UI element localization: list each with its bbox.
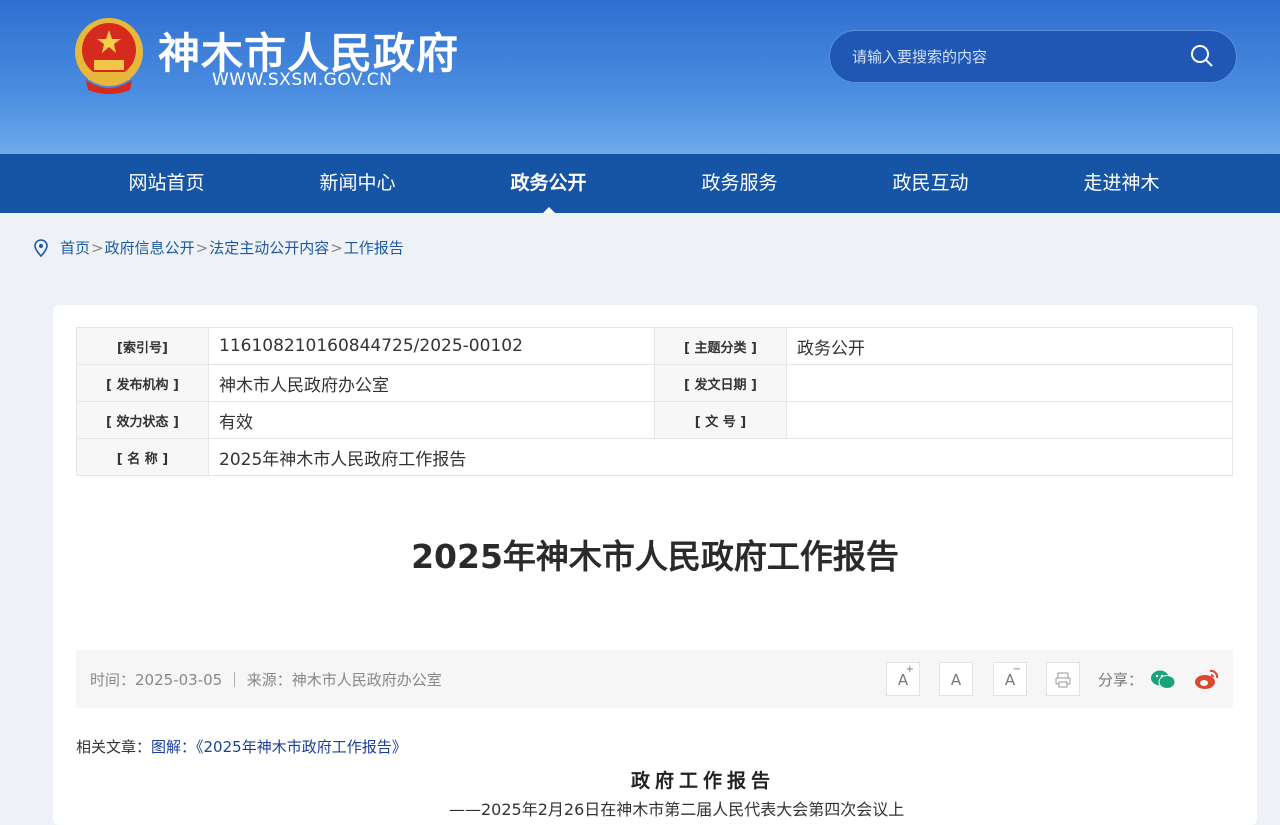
report-heading: 政府工作报告 [630,770,775,792]
share-label: 分享： [1098,671,1144,689]
print-button[interactable] [1046,662,1080,696]
docno-label: [ 文 号 ] [654,401,787,439]
name-label: [ 名 称 ] [76,438,209,476]
content-card: [索引号] 116108210160844725/2025-00102 [ 主题… [53,305,1257,825]
status-value: 有效 [208,401,655,439]
name-value: 2025年神木市人民政府工作报告 [208,438,1233,476]
location-pin-icon [34,238,48,257]
search-box [829,30,1237,83]
weibo-icon[interactable] [1194,668,1220,690]
main-nav: 网站首页 新闻中心 政务公开 政务服务 政民互动 走进神木 [0,154,1280,213]
table-row: [ 名 称 ] 2025年神木市人民政府工作报告 [76,438,1233,476]
search-icon[interactable] [1190,44,1214,68]
status-label: [ 效力状态 ] [76,401,209,439]
breadcrumb-info-disclosure[interactable]: 政府信息公开 [105,237,195,258]
national-emblem-logo [75,18,143,94]
nav-news[interactable]: 新闻中心 [262,154,453,213]
printer-icon [1055,672,1071,688]
breadcrumb-separator: > [195,238,209,257]
topic-value: 政务公开 [786,327,1233,365]
breadcrumb-work-report[interactable]: 工作报告 [344,237,404,258]
nav-interaction[interactable]: 政民互动 [835,154,1026,213]
publisher-label: [ 发布机构 ] [76,364,209,402]
info-table: [索引号] 116108210160844725/2025-00102 [ 主题… [76,327,1233,476]
nav-home[interactable]: 网站首页 [71,154,262,213]
site-url: WWW.SXSM.GOV.CN [212,70,393,90]
date-label: [ 发文日期 ] [654,364,787,402]
font-normal-label: A [950,671,962,689]
publisher-value: 神木市人民政府办公室 [208,364,655,402]
breadcrumb-home[interactable]: 首页 [60,237,90,258]
date-value [786,364,1233,402]
report-subheading: ——2025年2月26日在神木市第二届人民代表大会第四次会议上 [449,800,905,819]
font-normal-button[interactable]: A [939,662,973,696]
index-label: [索引号] [76,327,209,365]
plus-icon: + [905,664,914,675]
nav-about[interactable]: 走进神木 [1026,154,1217,213]
wechat-icon[interactable] [1150,669,1176,691]
nav-gov-affairs[interactable]: 政务公开 [453,154,644,213]
site-header: 神木市人民政府 WWW.SXSM.GOV.CN [0,0,1280,154]
related-link[interactable]: 图解：《2025年神木市政府工作报告》 [151,738,407,756]
article-title: 2025年神木市人民政府工作报告 [411,537,899,576]
font-shrink-button[interactable]: A − [993,662,1027,696]
docno-value [786,401,1233,439]
table-row: [ 效力状态 ] 有效 [ 文 号 ] [76,401,1233,439]
breadcrumb: 首页 > 政府信息公开 > 法定主动公开内容 > 工作报告 [34,237,404,258]
breadcrumb-separator: > [91,238,104,257]
article-meta-bar: 时间：2025-03-05 ｜ 来源：神木市人民政府办公室 A + A A − 分享… [76,650,1233,708]
font-enlarge-button[interactable]: A + [886,662,920,696]
search-input[interactable] [852,45,1172,69]
nav-services[interactable]: 政务服务 [644,154,835,213]
related-label: 相关文章： [76,738,152,756]
breadcrumb-statutory[interactable]: 法定主动公开内容 [209,237,329,258]
minus-icon: − [1012,664,1021,675]
table-row: [ 发布机构 ] 神木市人民政府办公室 [ 发文日期 ] [76,364,1233,402]
breadcrumb-separator: > [330,238,343,257]
article-meta: 时间：2025-03-05 ｜ 来源：神木市人民政府办公室 [90,671,442,689]
index-value: 116108210160844725/2025-00102 [208,327,655,365]
topic-label: [ 主题分类 ] [654,327,787,365]
related-articles: 相关文章：图解：《2025年神木市政府工作报告》 [76,736,407,757]
table-row: [索引号] 116108210160844725/2025-00102 [ 主题… [76,327,1233,365]
